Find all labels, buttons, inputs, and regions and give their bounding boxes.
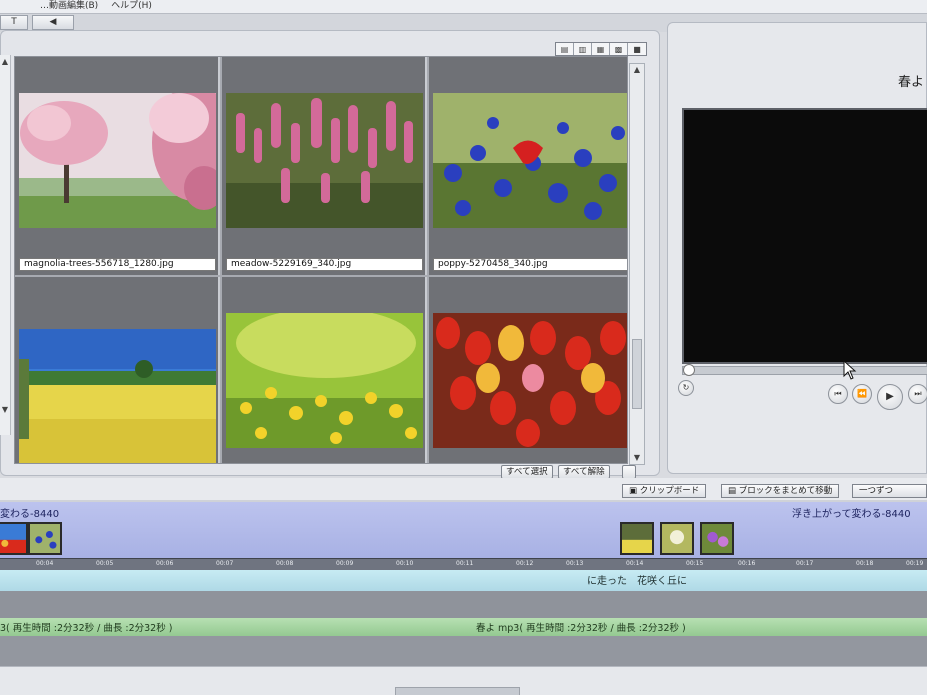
ruler-tick: 00:08: [276, 560, 294, 567]
medium-grid-icon[interactable]: ▩: [610, 43, 628, 55]
thumbnail-filename: magnolia-trees-556718_1280.jpg: [19, 258, 216, 271]
list-view-icon[interactable]: ▤: [556, 43, 574, 55]
play-icon[interactable]: ▶: [877, 384, 903, 410]
view-mode-switcher: ▤ ▥ ▦ ▩ ■: [555, 42, 647, 56]
move-block-button[interactable]: ▤ ブロックをまとめて移動: [721, 484, 840, 498]
thumbnail-image: [433, 93, 627, 228]
lyric-track[interactable]: に走った 花咲く丘に: [0, 570, 927, 591]
select-all-button[interactable]: すべて選択: [501, 465, 553, 479]
scroll-up-icon[interactable]: ▲: [0, 57, 10, 66]
text-tool-button[interactable]: T: [0, 15, 28, 30]
preview-title: 春よ: [897, 75, 924, 90]
gallery-scrollbar[interactable]: ▲ ▼: [629, 63, 645, 465]
timeline-clip[interactable]: [620, 522, 654, 555]
empty-track[interactable]: [0, 591, 927, 618]
timeline-clip[interactable]: [28, 522, 62, 555]
ruler-tick: 00:11: [456, 560, 474, 567]
small-grid-icon[interactable]: ▦: [592, 43, 610, 55]
music-clip-label: 3( 再生時間 :2分32秒 / 曲長 :2分32秒 ): [0, 623, 173, 634]
ruler-tick: 00:14: [626, 560, 644, 567]
move-block-label: ブロックをまとめて移動: [738, 486, 833, 496]
ruler-tick: 00:19: [906, 560, 924, 567]
ruler-tick: 00:04: [36, 560, 54, 567]
thumbnail-item[interactable]: poppy-5270458_340.jpg: [429, 57, 627, 275]
timeline: 変わる-8440 浮き上がって変わる-8440 00:04 00:05 00:0…: [0, 500, 927, 695]
sound-tool-button[interactable]: ◀: [32, 15, 74, 30]
gallery-option-icon[interactable]: [622, 465, 636, 479]
speaker-icon: ◀: [49, 17, 57, 27]
menu-help[interactable]: ヘルプ(H): [111, 1, 152, 11]
seek-bar[interactable]: [682, 364, 927, 376]
deselect-all-button[interactable]: すべて解除: [558, 465, 610, 479]
ruler-tick: 00:13: [566, 560, 584, 567]
rewind-icon[interactable]: ⏪: [852, 384, 872, 404]
text-icon: T: [11, 17, 17, 27]
thumbnail-image: [433, 313, 627, 448]
lyric-text: に走った 花咲く丘に: [587, 576, 687, 587]
ruler-tick: 00:12: [516, 560, 534, 567]
horizontal-scroll-handle[interactable]: [395, 687, 520, 695]
skip-back-icon[interactable]: ⏮: [828, 384, 848, 404]
ruler-tick: 00:17: [796, 560, 814, 567]
ruler-tick: 00:05: [96, 560, 114, 567]
details-view-icon[interactable]: ▥: [574, 43, 592, 55]
transition-label-left: 変わる-8440: [0, 509, 60, 520]
one-by-one-label: 一つずつ: [859, 486, 894, 496]
menu-bar: …動画編集(B) ヘルプ(H): [0, 0, 927, 14]
skip-forward-icon[interactable]: ⏭: [908, 384, 927, 404]
scrollbar-thumb[interactable]: [632, 339, 642, 409]
thumbnail-item[interactable]: [222, 277, 427, 463]
thumbnail-image: [226, 313, 423, 448]
ruler-tick: 00:06: [156, 560, 174, 567]
ruler-tick: 00:09: [336, 560, 354, 567]
ruler-tick: 00:16: [738, 560, 756, 567]
status-bar: [0, 666, 927, 695]
transition-label-right: 浮き上がって変わる-8440: [792, 509, 911, 520]
thumbnail-item[interactable]: [15, 277, 220, 463]
large-view-icon[interactable]: ■: [628, 43, 646, 55]
mouse-cursor-icon: [843, 360, 857, 380]
preview-panel: 春よ ↻ ⏮ ⏪ ▶ ⏭: [667, 22, 927, 474]
folder-tree-scrollbar[interactable]: ▲ ▼: [0, 55, 11, 435]
scroll-down-icon[interactable]: ▼: [630, 452, 644, 464]
thumbnail-item[interactable]: meadow-5229169_340.jpg: [222, 57, 427, 275]
clipboard-icon: ▣: [629, 486, 640, 496]
thumbnail-image: [19, 93, 216, 228]
thumbnail-image: [226, 93, 423, 228]
ruler-tick: 00:10: [396, 560, 414, 567]
music-clip-label: 春よ mp3( 再生時間 :2分32秒 / 曲長 :2分32秒 ): [476, 623, 686, 634]
scroll-up-icon[interactable]: ▲: [630, 64, 644, 76]
image-track[interactable]: 変わる-8440 浮き上がって変わる-8440: [0, 502, 927, 558]
thumbnail-filename: meadow-5229169_340.jpg: [226, 258, 423, 271]
thumbnail-grid: magnolia-trees-556718_1280.jpg meadow-52…: [14, 56, 628, 464]
timeline-clip[interactable]: [0, 522, 28, 555]
film-icon: ▤: [728, 486, 739, 496]
image-gallery-panel: ▤ ▥ ▦ ▩ ■ magnolia-trees-556718_1280.jpg…: [0, 30, 660, 479]
timeline-clip[interactable]: [660, 522, 694, 555]
thumbnail-item[interactable]: magnolia-trees-556718_1280.jpg: [15, 57, 220, 275]
ruler-tick: 00:15: [686, 560, 704, 567]
timeline-clip[interactable]: [700, 522, 734, 555]
clipboard-button[interactable]: ▣ クリップボード: [622, 484, 707, 498]
thumbnail-filename: poppy-5270458_340.jpg: [433, 258, 627, 271]
menu-edit[interactable]: …動画編集(B): [40, 1, 98, 11]
one-by-one-button[interactable]: 一つずつ: [852, 484, 927, 498]
thumbnail-item[interactable]: [429, 277, 627, 463]
ruler-tick: 00:18: [856, 560, 874, 567]
scroll-down-icon[interactable]: ▼: [0, 405, 10, 414]
preview-screen[interactable]: [682, 108, 927, 364]
time-ruler[interactable]: 00:04 00:05 00:06 00:07 00:08 00:09 00:1…: [0, 558, 927, 570]
seek-knob[interactable]: [683, 364, 695, 376]
loop-icon[interactable]: ↻: [678, 380, 694, 396]
clipboard-label: クリップボード: [639, 486, 700, 496]
thumbnail-image: [19, 329, 216, 463]
empty-track[interactable]: [0, 636, 927, 666]
music-track[interactable]: 3( 再生時間 :2分32秒 / 曲長 :2分32秒 ) 春よ mp3( 再生時…: [0, 618, 927, 636]
ruler-tick: 00:07: [216, 560, 234, 567]
clipboard-strip: ▣ クリップボード ▤ ブロックをまとめて移動 一つずつ: [0, 478, 927, 500]
